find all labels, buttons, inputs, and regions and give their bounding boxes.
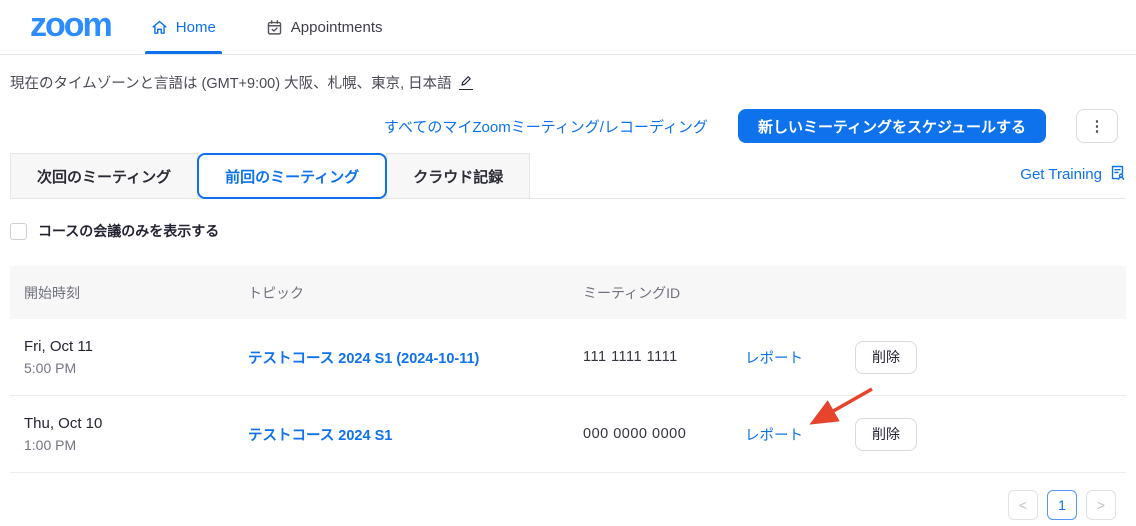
tab-upcoming-meetings[interactable]: 次回のミーティング xyxy=(10,153,198,198)
course-only-checkbox[interactable] xyxy=(10,223,27,240)
tab-upcoming-label: 次回のミーティング xyxy=(37,166,171,187)
calendar-check-icon xyxy=(266,19,283,36)
report-cell: レポート xyxy=(745,347,855,368)
actions-cell: 削除 xyxy=(855,418,1126,451)
nav-tab-home-label: Home xyxy=(176,19,216,36)
table-header-row: 開始時刻 トピック ミーティングID xyxy=(10,266,1126,319)
home-icon xyxy=(151,19,168,36)
actions-row: すべてのマイZoomミーティング/レコーディング 新しいミーティングをスケジュー… xyxy=(0,93,1136,143)
all-zoom-meetings-link[interactable]: すべてのマイZoomミーティング/レコーディング xyxy=(384,116,708,137)
schedule-meeting-button[interactable]: 新しいミーティングをスケジュールする xyxy=(738,109,1046,143)
get-training-label: Get Training xyxy=(1020,166,1102,183)
topic-link[interactable]: テストコース 2024 S1 xyxy=(248,428,392,444)
pagination-prev-button[interactable]: < xyxy=(1008,490,1038,520)
meeting-date: Thu, Oct 10 xyxy=(24,415,248,432)
header-topic: トピック xyxy=(248,283,583,303)
tab-cloud-label: クラウド記録 xyxy=(413,166,503,187)
header-start-time: 開始時刻 xyxy=(10,283,248,303)
table-row: Fri, Oct 11 5:00 PM テストコース 2024 S1 (2024… xyxy=(10,319,1126,396)
tab-previous-meetings[interactable]: 前回のミーティング xyxy=(197,153,387,199)
pagination: < 1 > xyxy=(0,490,1116,520)
chevron-right-icon: > xyxy=(1097,497,1105,513)
more-options-button[interactable]: ⋮ xyxy=(1076,109,1118,143)
topic-link[interactable]: テストコース 2024 S1 (2024-10-11) xyxy=(248,351,479,367)
ellipsis-vertical-icon: ⋮ xyxy=(1090,119,1105,134)
meeting-time: 1:00 PM xyxy=(24,437,248,453)
nav-tab-home[interactable]: Home xyxy=(145,0,222,54)
report-link[interactable]: レポート xyxy=(745,428,803,444)
get-training-link[interactable]: Get Training xyxy=(1020,164,1126,198)
report-link[interactable]: レポート xyxy=(745,351,803,367)
tab-cloud-recordings[interactable]: クラウド記録 xyxy=(386,153,530,198)
delete-button[interactable]: 削除 xyxy=(855,341,917,374)
actions-cell: 削除 xyxy=(855,341,1126,374)
chevron-left-icon: < xyxy=(1019,497,1027,513)
top-bar: zoom Home Appointments xyxy=(0,0,1136,55)
nav-tab-appointments-label: Appointments xyxy=(291,19,383,36)
topic-cell: テストコース 2024 S1 xyxy=(248,424,583,445)
meeting-time: 5:00 PM xyxy=(24,360,248,376)
header-meeting-id: ミーティングID xyxy=(583,283,745,303)
timezone-text: 現在のタイムゾーンと言語は (GMT+9:00) 大阪、札幌、東京, 日本語 xyxy=(10,72,452,93)
nav-tab-appointments[interactable]: Appointments xyxy=(260,0,389,54)
tab-previous-label: 前回のミーティング xyxy=(225,166,359,187)
document-user-icon xyxy=(1109,164,1126,185)
pencil-icon[interactable] xyxy=(459,75,473,90)
meeting-id-cell: 111 1111 1111 xyxy=(583,349,745,365)
timezone-row: 現在のタイムゾーンと言語は (GMT+9:00) 大阪、札幌、東京, 日本語 xyxy=(0,55,1136,93)
report-cell: レポート xyxy=(745,424,855,445)
meeting-tabs: 次回のミーティング 前回のミーティング クラウド記録 Get Training xyxy=(10,153,1126,199)
start-time-cell: Fri, Oct 11 5:00 PM xyxy=(10,338,248,376)
course-only-label: コースの会議のみを表示する xyxy=(38,221,219,241)
delete-button[interactable]: 削除 xyxy=(855,418,917,451)
topic-cell: テストコース 2024 S1 (2024-10-11) xyxy=(248,347,583,368)
table-row: Thu, Oct 10 1:00 PM テストコース 2024 S1 000 0… xyxy=(10,396,1126,473)
meeting-id-cell: 000 0000 0000 xyxy=(583,426,745,442)
meetings-table: 開始時刻 トピック ミーティングID Fri, Oct 11 5:00 PM テ… xyxy=(10,266,1126,473)
pagination-page-1-button[interactable]: 1 xyxy=(1047,490,1077,520)
meeting-date: Fri, Oct 11 xyxy=(24,338,248,355)
zoom-logo: zoom xyxy=(30,8,111,46)
page-number: 1 xyxy=(1058,497,1066,513)
course-filter-row: コースの会議のみを表示する xyxy=(10,221,1126,241)
pagination-next-button[interactable]: > xyxy=(1086,490,1116,520)
start-time-cell: Thu, Oct 10 1:00 PM xyxy=(10,415,248,453)
